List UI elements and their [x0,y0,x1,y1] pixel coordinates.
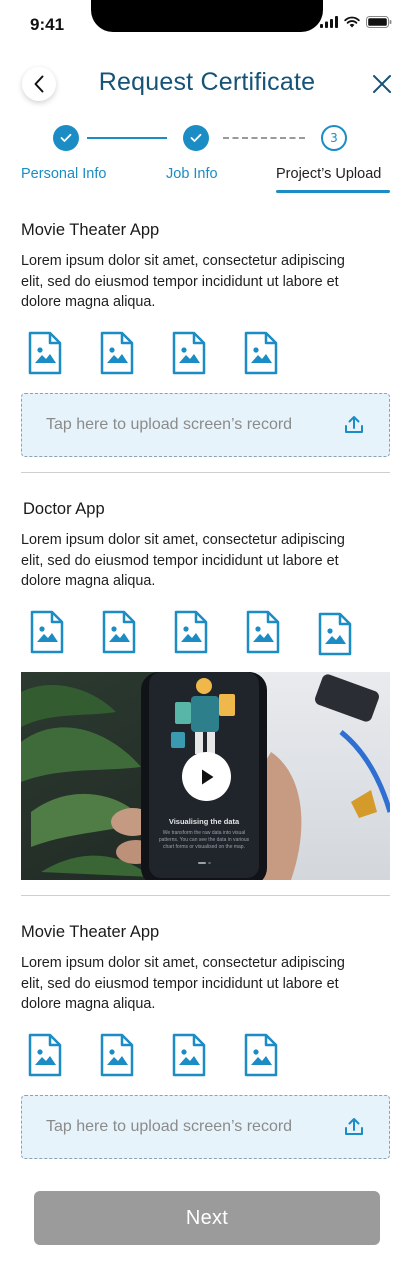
description-line: dolore magna aliqua. [21,996,156,1012]
attachment-row [0,331,414,377]
description-line: Lorem ipsum dolor sit amet, consectetur … [21,253,345,269]
attachment-row [0,1033,414,1079]
image-file-icon[interactable] [172,331,206,375]
notch [91,0,323,32]
attachment-row [0,610,414,656]
status-time: 9:41 [30,15,65,34]
close-button[interactable] [370,72,394,96]
image-file-icon[interactable] [172,1033,206,1077]
progress-stepper: 3 [0,124,414,152]
description-line: elit, sed do eiusmod tempor incididunt u… [21,552,339,569]
upload-record-dropzone[interactable]: Tap here to upload screen’s record [21,1095,390,1159]
step-2-complete [183,125,209,151]
image-file-icon[interactable] [244,1033,278,1077]
section-divider [21,895,390,896]
project-title: Movie Theater App [21,221,160,239]
wifi-icon [344,16,360,28]
image-file-icon[interactable] [174,610,208,654]
image-file-icon[interactable] [102,610,136,654]
step-3-number: 3 [330,131,338,145]
next-button[interactable]: Next [34,1191,380,1245]
image-file-icon[interactable] [100,1033,134,1077]
image-file-icon[interactable] [28,1033,62,1077]
description-line: dolore magna aliqua. [21,573,156,589]
video-screen-text: We transform the raw data into visual [163,830,245,836]
upload-record-dropzone[interactable]: Tap here to upload screen’s record [21,393,390,457]
video-screen-text: patterns. You can see the data in variou… [159,837,250,843]
page-title: Request Certificate [98,68,316,96]
upload-label: Tap here to upload screen’s record [46,416,293,433]
step-3-current: 3 [321,125,347,151]
tab-job-info[interactable]: Job Info [166,166,218,182]
description-line: elit, sed do eiusmod tempor incididunt u… [21,975,339,992]
video-screen-heading: Visualising the data [169,817,240,826]
battery-icon [366,16,392,28]
header: Request Certificate [0,60,414,108]
section-divider [21,472,390,473]
image-file-icon[interactable] [30,610,64,654]
image-file-icon[interactable] [244,331,278,375]
close-icon [373,75,391,93]
image-file-icon[interactable] [100,331,134,375]
step-connector-1 [87,137,167,139]
project-title: Movie Theater App [21,923,160,941]
play-button[interactable] [182,752,231,801]
image-file-icon[interactable] [246,610,280,654]
status-icons [320,16,392,28]
check-icon [190,133,202,142]
upload-icon [345,1118,363,1135]
tab-bar: Personal Info Job Info Project’s Upload [0,166,414,196]
check-icon [60,133,72,142]
image-file-icon[interactable] [318,612,352,656]
play-icon [201,769,213,784]
project-description: Lorem ipsum dolor sit amet, consectetur … [21,530,393,592]
project-description: Lorem ipsum dolor sit amet, consectetur … [21,953,393,1015]
step-connector-2 [223,137,305,139]
upload-label: Tap here to upload screen’s record [46,1118,293,1135]
description-line: Lorem ipsum dolor sit amet, consectetur … [21,955,345,971]
video-screen-text: chart forms or visualised on the map. [163,844,245,850]
video-preview[interactable]: Visualising the data We transform the ra… [21,672,390,880]
description-line: elit, sed do eiusmod tempor incididunt u… [21,273,339,290]
project-description: Lorem ipsum dolor sit amet, consectetur … [21,251,393,313]
description-line: Lorem ipsum dolor sit amet, consectetur … [21,532,345,548]
description-line: dolore magna aliqua. [21,294,156,310]
step-1-complete [53,125,79,151]
signal-icon [320,16,338,28]
active-tab-indicator [276,190,390,193]
status-bar: 9:41 [0,0,414,44]
tab-personal-info[interactable]: Personal Info [21,166,106,182]
project-title: Doctor App [23,500,105,518]
image-file-icon[interactable] [28,331,62,375]
tab-projects-upload[interactable]: Project’s Upload [276,166,381,182]
phone-screen: 9:41 Request Certificate 3 Personal Info… [0,0,414,1286]
upload-icon [345,416,363,433]
